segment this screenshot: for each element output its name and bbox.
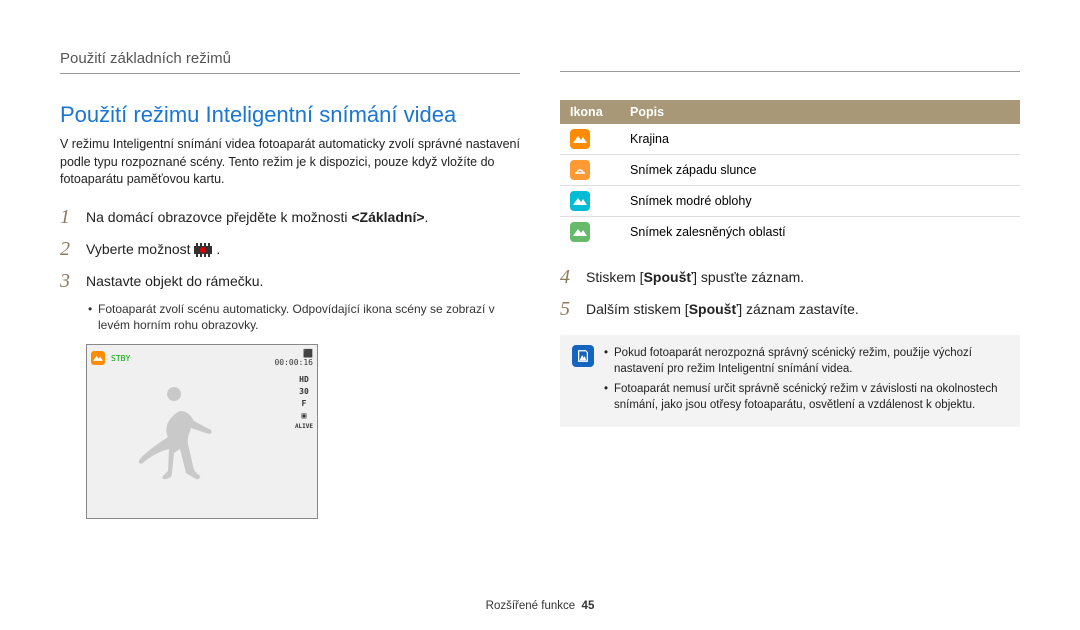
note-item: Fotoaparát nemusí určit správně scénický… (604, 381, 1008, 413)
icon-description-table: Ikona Popis Krajina Snímek západu slunce… (560, 100, 1020, 247)
steps-left: 1 Na domácí obrazovce přejděte k možnost… (60, 205, 520, 293)
preview-sidebar: HD 30 F ▣ ALIVE (295, 375, 313, 430)
step-number: 2 (60, 237, 86, 261)
table-row: Snímek modré oblohy (560, 186, 1020, 217)
landscape-icon (570, 129, 590, 149)
skater-silhouette (119, 383, 239, 508)
breadcrumb: Použití základních režimů (60, 50, 520, 67)
stby-label: STBY (111, 354, 130, 363)
bluesky-icon (570, 191, 590, 211)
step-text: Dalším stiskem [Spoušť] záznam zastavíte… (586, 297, 859, 320)
table-row: Krajina (560, 124, 1020, 155)
timer-label: ⬛ 00:00:16 (274, 349, 313, 367)
step-subtext: Fotoaparát zvolí scénu automaticky. Odpo… (98, 301, 520, 335)
table-head-icon: Ikona (560, 100, 620, 124)
table-cell: Snímek modré oblohy (620, 186, 1020, 217)
step-text: Na domácí obrazovce přejděte k možnosti … (86, 205, 428, 228)
table-row: Snímek západu slunce (560, 155, 1020, 186)
step-text: Nastavte objekt do rámečku. (86, 269, 263, 292)
step-number: 1 (60, 205, 86, 229)
camera-preview: STBY ⬛ 00:00:16 HD 30 F ▣ ALIVE (86, 344, 318, 519)
note-box: Pokud fotoaparát nerozpozná správný scén… (560, 335, 1020, 427)
landscape-icon (91, 351, 105, 365)
step-number: 4 (560, 265, 586, 289)
table-cell: Snímek západu slunce (620, 155, 1020, 186)
table-head-desc: Popis (620, 100, 1020, 124)
step-number: 3 (60, 269, 86, 293)
steps-right: 4 Stiskem [Spoušť] spusťte záznam. 5 Dal… (560, 265, 1020, 321)
sunset-icon (570, 160, 590, 180)
divider (560, 71, 1020, 72)
forest-icon (570, 222, 590, 242)
step-text: Vyberte možnost . (86, 237, 220, 260)
step-number: 5 (560, 297, 586, 321)
section-title: Použití režimu Inteligentní snímání vide… (60, 102, 520, 128)
table-cell: Snímek zalesněných oblastí (620, 217, 1020, 248)
table-row: Snímek zalesněných oblastí (560, 217, 1020, 248)
movie-mode-icon (194, 243, 212, 257)
page-footer: Rozšířené funkce 45 (0, 600, 1080, 612)
note-icon (572, 345, 594, 367)
intro-text: V režimu Inteligentní snímání videa foto… (60, 136, 520, 189)
divider (60, 73, 520, 74)
note-item: Pokud fotoaparát nerozpozná správný scén… (604, 345, 1008, 377)
step-text: Stiskem [Spoušť] spusťte záznam. (586, 265, 804, 288)
table-cell: Krajina (620, 124, 1020, 155)
